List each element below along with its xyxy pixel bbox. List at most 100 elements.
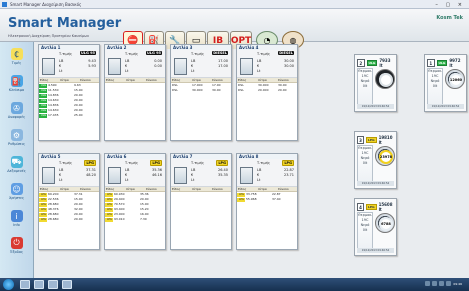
sidebar-item-tanks[interactable]: ⛟ Δεξαμενές xyxy=(3,152,30,177)
pump-panel-2[interactable]: Αντλία 2 Τ.τιμής ULG 95 LB € Lt 0.00 0.00 Ε… xyxy=(104,44,166,141)
table-row[interactable]: DSL 30.000 30.00 xyxy=(171,88,231,93)
pump-tank-icon xyxy=(108,58,121,75)
tank-card-1[interactable]: 1 ULG 9972 lt Θερμοκ. 19C Νερό 0lt 12060 19/1… xyxy=(424,54,467,112)
window-title: Smart Manager Διαχείριση Βασικός xyxy=(10,2,82,7)
tank-card-3[interactable]: 3 LPG 19810 lt Θερμοκ. 19C Νερό 0lt 23978 19/… xyxy=(354,131,397,189)
sidebar-item-reports[interactable]: ✇ Αναφορές xyxy=(3,98,30,123)
taskbar-app-icon[interactable] xyxy=(62,280,72,289)
brand-subtitle: Ηλεκτρονική Διαχείριση Πρατηρίου Καυσίμω… xyxy=(8,34,89,38)
sidebar-label-close-day: Κλείσιμο xyxy=(8,88,25,92)
tank-timestamp: 19/12/2013 09:46:54 xyxy=(357,248,394,253)
sidebar-label-info: Info xyxy=(13,223,20,227)
taskbar-apps xyxy=(20,280,72,289)
tank-readings: Θερμοκ. 19C Νερό 0lt xyxy=(357,68,373,106)
pump-panel-8[interactable]: Αντλία 8 Τ.τιμής LPG LB € Lt 22.87 23.71 Είδ… xyxy=(236,153,298,250)
reports-icon: ✇ xyxy=(10,102,23,114)
tank-timestamp: 19/12/2013 09:46:54 xyxy=(427,104,464,109)
sidebar-item-settings[interactable]: ⚙ Ρυθμίσεις xyxy=(3,125,30,150)
fuel-badge: DIESEL xyxy=(278,51,294,55)
sidebar-item-close-day[interactable]: ⛽ Κλείσιμο xyxy=(3,71,30,96)
pump-tank-icon xyxy=(174,58,187,75)
pump-summary: Τ.τιμής DIESEL LB € Lt 17.00 17.00 xyxy=(171,50,231,78)
window-icon xyxy=(2,2,7,7)
fuel-badge: LPG xyxy=(84,160,96,166)
tray-icon[interactable] xyxy=(432,281,438,286)
price-icon: ₵ xyxy=(10,48,23,60)
tank-card-header: 1 ULG 9972 lt xyxy=(427,58,464,68)
pump-panel-7[interactable]: Αντλία 7 Τ.τιμής LPG LB € Lt 26.40 35.35 Είδ… xyxy=(170,153,232,250)
table-row[interactable]: LPG 93.010 7.30 xyxy=(105,217,165,222)
sidebar-item-info[interactable]: i Info xyxy=(3,206,30,231)
smart-manager-window: Smart Manager Διαχείριση Βασικός – ▢ × S… xyxy=(0,0,469,291)
tank-card-2[interactable]: 2 ULG 7933 lt Θερμοκ. 19C Νερό 0lt 19/12/2013… xyxy=(354,54,397,112)
tank-readings: Θερμοκ. 19C Νερό 0lt xyxy=(427,68,443,106)
sidebar-item-users[interactable]: ☺ Χρήστες xyxy=(3,179,30,204)
sidebar-item-exit[interactable]: ⏻ Έξοδος xyxy=(3,233,30,258)
tank-readings: Θερμοκ. 19C Νερό 0lt xyxy=(357,145,373,183)
pump-summary: Τ.τιμής LPG LB € Lt 26.40 35.35 xyxy=(171,159,231,187)
tank-level-gauge xyxy=(375,69,395,89)
tank-card-4[interactable]: 4 LPG 15608 lt Θερμοκ. 19C Νερό 0lt 6788 19/1… xyxy=(354,198,397,256)
sidebar-label-settings: Ρυθμίσεις xyxy=(7,142,26,146)
fuel-badge: LPG xyxy=(150,160,162,166)
pump-summary: Τ.τιμής LPG LB € Lt 22.87 23.71 xyxy=(237,159,297,187)
tank-level-gauge: 12060 xyxy=(445,69,465,89)
sidebar-label-reports: Αναφορές xyxy=(7,115,26,119)
sidebar: ₵ Τιμές ⛽ Κλείσιμο ✇ Αναφορές ⚙ Ρυθμίσει… xyxy=(0,42,34,278)
tank-card-header: 4 LPG 15608 lt xyxy=(357,202,394,212)
tray-icon[interactable] xyxy=(446,281,452,286)
pump-tank-icon xyxy=(240,58,253,75)
pump-tank-icon xyxy=(108,167,121,184)
pump-summary: Τ.τιμής LPG LB € Lt 37.31 48.20 xyxy=(39,159,99,187)
sidebar-label-users: Χρήστες xyxy=(8,196,25,200)
tank-card-header: 3 LPG 19810 lt xyxy=(357,135,394,145)
tank-readings: Θερμοκ. 19C Νερό 0lt xyxy=(357,212,373,250)
pump-table-header: Είδος Λίτρα Σύνολο xyxy=(105,78,165,83)
sidebar-item-prices[interactable]: ₵ Τιμές xyxy=(3,44,30,69)
tank-timestamp: 19/12/2013 09:46:54 xyxy=(357,104,394,109)
clock[interactable]: 09:46 xyxy=(453,282,462,286)
settings-icon: ⚙ xyxy=(10,129,23,141)
dashboard: Αντλία 1 Τ.τιμής ULG 95 LB € Lt 9.43 5.9… xyxy=(36,42,469,278)
pump-panel-4[interactable]: Αντλία 4 Τ.τιμής DIESEL LB € Lt 30.00 30.00 … xyxy=(236,44,298,141)
taskbar-app-icon[interactable] xyxy=(20,280,30,289)
exit-icon: ⏻ xyxy=(10,237,23,249)
system-tray: 09:46 xyxy=(425,281,462,286)
pump-tank-icon xyxy=(42,167,55,184)
taskbar-app-icon[interactable] xyxy=(48,280,58,289)
windows-taskbar: 09:46 xyxy=(0,278,469,291)
window-titlebar: Smart Manager Διαχείριση Βασικός – ▢ × xyxy=(0,0,469,9)
pump-panel-6[interactable]: Αντλία 6 Τ.τιμής LPG LB € Lt 35.36 46.16 Είδ… xyxy=(104,153,166,250)
pump-tank-icon xyxy=(174,167,187,184)
close-day-icon: ⛽ xyxy=(10,75,23,87)
tray-icon[interactable] xyxy=(425,281,431,286)
info-icon: i xyxy=(10,210,23,222)
taskbar-app-icon[interactable] xyxy=(34,280,44,289)
table-row[interactable]: LPG 28.680 20.00 xyxy=(39,217,99,222)
tank-timestamp: 19/12/2013 09:46:54 xyxy=(357,181,394,186)
pump-summary: Τ.τιμής ULG 95 LB € Lt 9.43 5.93 xyxy=(39,50,99,78)
fuel-badge: ULG 95 xyxy=(145,51,162,55)
pump-panel-3[interactable]: Αντλία 3 Τ.τιμής DIESEL LB € Lt 17.00 17.00 … xyxy=(170,44,232,141)
company-logo: Kosm Tek xyxy=(436,15,463,21)
start-button-icon[interactable] xyxy=(3,279,14,290)
table-row[interactable]: ULG 17.435 25.00 xyxy=(39,113,99,118)
pump-panel-5[interactable]: Αντλία 5 Τ.τιμής LPG LB € Lt 37.31 48.20 Είδ… xyxy=(38,153,100,250)
fuel-badge: LPG xyxy=(216,160,228,166)
tank-level-gauge: 6788 xyxy=(375,213,395,233)
brand-logo: Smart Manager xyxy=(8,16,122,31)
tank-card-header: 2 ULG 7933 lt xyxy=(357,58,394,68)
table-row[interactable]: LPG 55.968 37.40 xyxy=(237,197,297,202)
pump-panel-1[interactable]: Αντλία 1 Τ.τιμής ULG 95 LB € Lt 9.43 5.9… xyxy=(38,44,100,141)
pump-tank-icon xyxy=(42,58,55,75)
sidebar-label-prices: Τιμές xyxy=(11,61,22,65)
app-header: Smart Manager Ηλεκτρονική Διαχείριση Πρα… xyxy=(0,9,469,49)
pump-tank-icon xyxy=(240,167,253,184)
tanks-icon: ⛟ xyxy=(10,156,23,168)
pump-summary: Τ.τιμής LPG LB € Lt 35.36 46.16 xyxy=(105,159,165,187)
tray-icon[interactable] xyxy=(439,281,445,286)
tank-level-gauge: 23978 xyxy=(375,146,395,166)
users-icon: ☺ xyxy=(10,183,23,195)
fuel-badge: ULG 95 xyxy=(79,51,96,55)
table-row[interactable]: DSL 20.000 20.00 xyxy=(237,88,297,93)
